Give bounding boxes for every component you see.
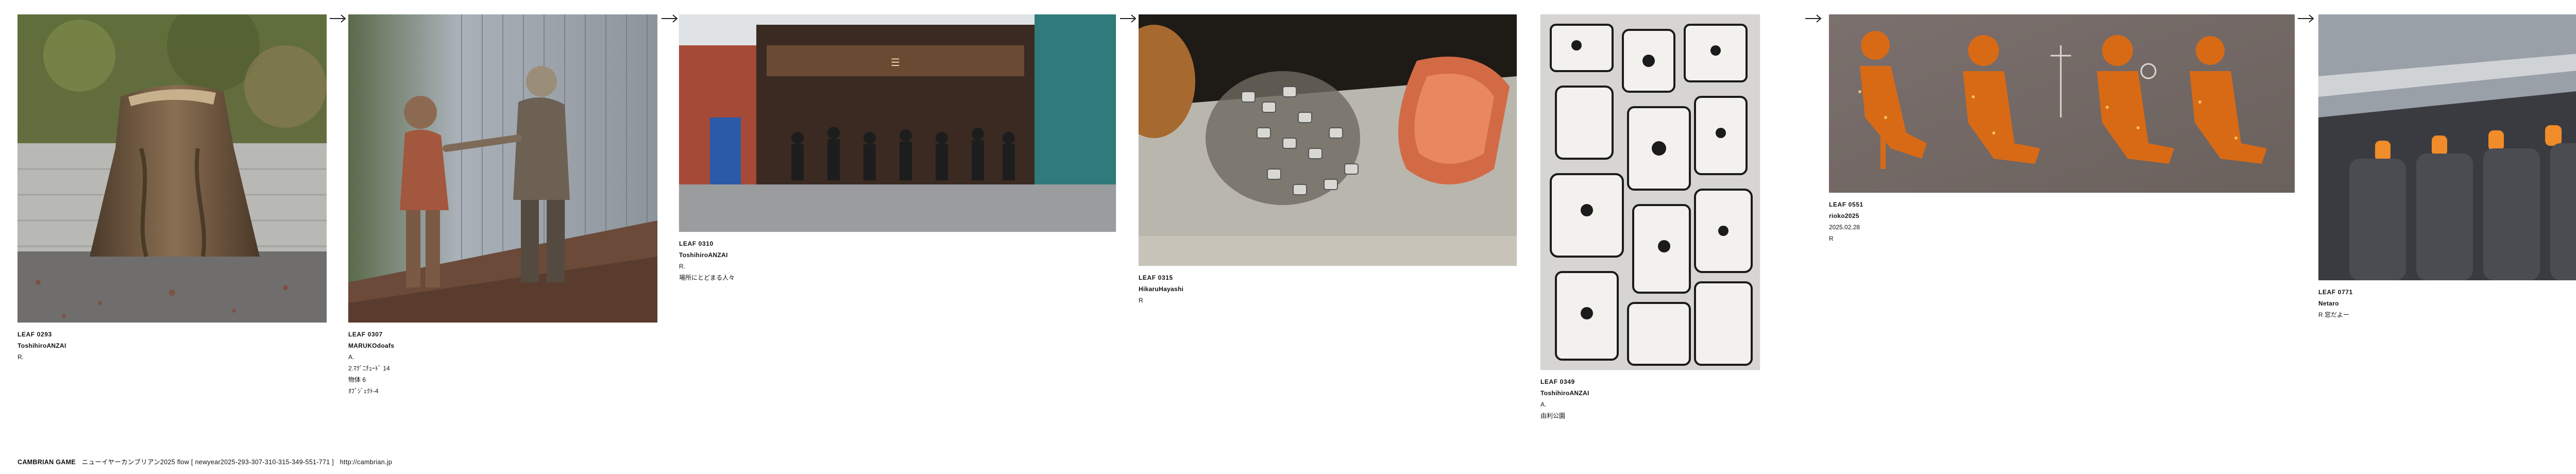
photo-statues-image (348, 14, 657, 323)
leaf-caption-line: A. (348, 353, 354, 361)
leaf-card-0551[interactable]: LEAF 0551 rioko2025 2025.02.28 R (1829, 14, 2295, 244)
photo-priority-seat-image (1829, 14, 2295, 193)
photo-tree-stump-image (18, 14, 327, 323)
leaf-author[interactable]: ToshihiroANZAI (679, 249, 1116, 261)
leaf-card-0307[interactable]: LEAF 0307 MARUKOdoafs A. 2.ﾏｸﾞﾆﾁｭｰﾄﾞ 14 … (348, 14, 657, 397)
leaf-caption-line: ｵﾌﾞｼﾞｪｸﾄ-4 (348, 387, 379, 395)
leaf-caption: LEAF 0293 ToshihiroANZAI R. (18, 329, 327, 363)
leaf-card-0349[interactable]: LEAF 0349 ToshihiroANZAI A. 由利公園 (1540, 14, 1760, 421)
leaf-id: LEAF 0349 (1540, 378, 1575, 385)
flow-arrow-icon (2297, 11, 2315, 26)
leaf-author[interactable]: Netaro (2318, 298, 2576, 309)
flow-arrow-icon (1804, 11, 1823, 26)
leaf-caption-line: R (1829, 235, 1834, 242)
leaf-caption: LEAF 0349 ToshihiroANZAI A. 由利公園 (1540, 376, 1760, 421)
page-footer: CAMBRIAN GAME ニューイヤーカンブリアン2025 flow [ ne… (18, 456, 392, 466)
leaf-id: LEAF 0307 (348, 331, 383, 338)
photo-cubist-relief-image (1540, 14, 1760, 370)
leaf-photo-statues[interactable] (348, 14, 657, 323)
leaf-caption: LEAF 0315 HikaruHayashi R (1139, 272, 1517, 306)
leaf-caption: LEAF 0771 Netaro R 窓だよー (2318, 286, 2576, 320)
leaf-id: LEAF 0551 (1829, 201, 1863, 208)
leaf-caption-line: 物体 6 (348, 376, 366, 383)
leaf-photo-airplane-cabin[interactable] (2318, 14, 2576, 280)
photo-shop-front-image: ☰ (679, 14, 1116, 232)
svg-text:☰: ☰ (891, 56, 900, 69)
leaf-id: LEAF 0315 (1139, 274, 1173, 281)
leaf-author[interactable]: ToshihiroANZAI (18, 340, 327, 351)
leaf-caption: LEAF 0551 rioko2025 2025.02.28 R (1829, 199, 2295, 244)
leaf-caption-line: R. (679, 263, 685, 270)
leaf-caption-line: 2.ﾏｸﾞﾆﾁｭｰﾄﾞ 14 (348, 365, 390, 372)
footer-title: ニューイヤーカンブリアン2025 flow [ newyear2025-293-… (81, 459, 334, 466)
leaf-caption-line: R. (18, 353, 24, 361)
leaf-id: LEAF 0771 (2318, 289, 2353, 296)
leaf-caption-line: 場所にとどまる人々 (679, 274, 735, 281)
leaf-caption-line: 由利公園 (1540, 412, 1566, 419)
leaf-author[interactable]: HikaruHayashi (1139, 283, 1517, 295)
leaf-card-0310[interactable]: ☰ LEAF 0310 ToshihiroANZAI R. 場所にとどまる人々 (679, 14, 1116, 283)
leaf-author[interactable]: rioko2025 (1829, 210, 2295, 222)
leaf-photo-shop-front[interactable]: ☰ (679, 14, 1116, 232)
flow-arrow-icon (1119, 11, 1138, 26)
leaf-photo-priority-seat-pictograms[interactable] (1829, 14, 2295, 193)
photo-airplane-cabin-image (2318, 14, 2576, 280)
leaf-card-0293[interactable]: LEAF 0293 ToshihiroANZAI R. (18, 14, 327, 363)
leaf-caption-line: A. (1540, 401, 1547, 408)
footer-brand: CAMBRIAN GAME (18, 459, 76, 466)
leaf-card-0315[interactable]: LEAF 0315 HikaruHayashi R (1139, 14, 1517, 306)
leaf-id: LEAF 0293 (18, 331, 52, 338)
leaf-caption: LEAF 0310 ToshihiroANZAI R. 場所にとどまる人々 (679, 238, 1116, 283)
flow-arrow-icon (660, 11, 679, 26)
leaf-author[interactable]: MARUKOdoafs (348, 340, 657, 351)
leaf-photo-tree-stump[interactable] (18, 14, 327, 323)
footer-url-link[interactable]: http://cambrian.jp (340, 459, 392, 466)
leaf-caption-date: 2025.02.28 (1829, 224, 1860, 231)
leaf-photo-scrap-metal[interactable] (1139, 14, 1517, 266)
leaf-id: LEAF 0310 (679, 240, 714, 247)
leaf-caption-line: R 窓だよー (2318, 311, 2350, 318)
flow-arrow-icon (329, 11, 347, 26)
leaf-card-0771[interactable]: LEAF 0771 Netaro R 窓だよー (2318, 14, 2576, 320)
leaf-photo-cubist-relief[interactable] (1540, 14, 1760, 370)
leaf-caption-line: R (1139, 297, 1143, 304)
photo-scrap-metal-image (1139, 14, 1517, 266)
leaf-author[interactable]: ToshihiroANZAI (1540, 387, 1760, 399)
leaf-caption: LEAF 0307 MARUKOdoafs A. 2.ﾏｸﾞﾆﾁｭｰﾄﾞ 14 … (348, 329, 657, 397)
